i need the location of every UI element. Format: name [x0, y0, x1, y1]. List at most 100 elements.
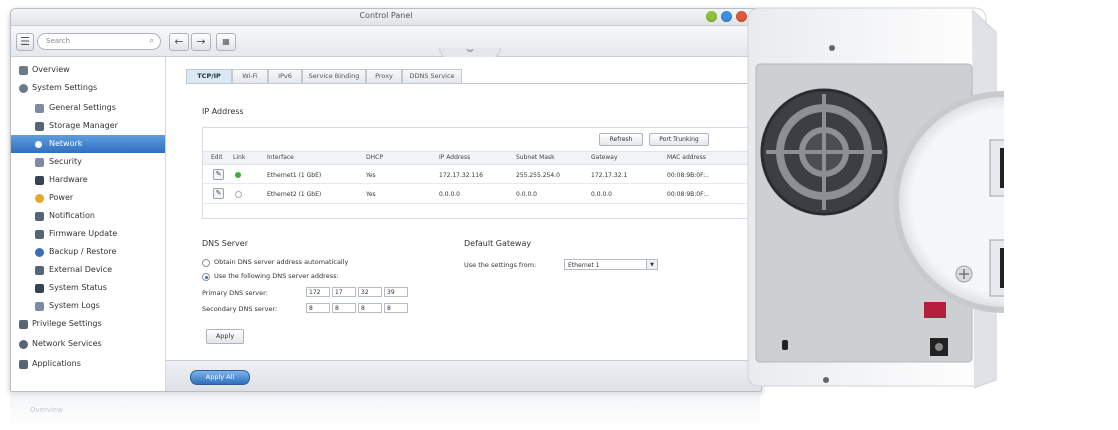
column-header: MAC address: [667, 154, 706, 161]
minimize-button[interactable]: [706, 11, 717, 22]
secondary-dns-octet-3[interactable]: 8: [358, 303, 382, 313]
apply-all-button[interactable]: Apply All: [190, 370, 250, 385]
ethernet-port-2: [989, 239, 1004, 297]
sidebar-item-label: Notification: [49, 211, 95, 220]
sidebar-item-external-device[interactable]: External Device: [11, 261, 165, 279]
user-icon: [19, 320, 28, 329]
interface-cell: Ethernet1 (1 GbE): [267, 172, 322, 179]
sidebar-item-overview[interactable]: Overview: [11, 61, 165, 79]
ip-address-cell: 0.0.0.0: [439, 191, 460, 198]
primary-dns-label: Primary DNS server:: [202, 289, 268, 297]
secondary-dns-octet-1[interactable]: 8: [306, 303, 330, 313]
mac-address-cell: 00:08:9B:0F:..: [667, 172, 709, 179]
column-header: Link: [233, 154, 246, 161]
tab-tcpip[interactable]: TCP/IP: [186, 69, 232, 83]
reflection-text: Overview: [30, 406, 63, 414]
sidebar-item-label: System Settings: [32, 83, 98, 92]
sidebar-item-hardware[interactable]: Hardware: [11, 171, 165, 189]
sidebar-item-notification[interactable]: Notification: [11, 207, 165, 225]
gateway-source-select[interactable]: Ethernet 1 ▼: [564, 259, 658, 270]
mac-address-cell: 00:08:9B:0F:..: [667, 191, 709, 198]
sidebar-item-system-status[interactable]: System Status: [11, 279, 165, 297]
footer-bar: Apply All: [166, 360, 761, 391]
secondary-dns-octet-2[interactable]: 8: [332, 303, 356, 313]
logs-icon: [35, 302, 44, 311]
sidebar-item-network[interactable]: Network: [11, 135, 165, 153]
sidebar-item-label: General Settings: [49, 103, 116, 112]
sidebar-item-general-settings[interactable]: General Settings: [11, 99, 165, 117]
port-trunking-button[interactable]: Port Trunking: [649, 133, 709, 146]
primary-dns-octet-3[interactable]: 32: [358, 287, 382, 297]
search-placeholder: Search: [46, 37, 71, 45]
row-divider: [203, 183, 751, 184]
back-arrow-icon[interactable]: ←: [169, 33, 189, 51]
search-input[interactable]: Search ⌕: [37, 33, 161, 50]
window-title: Control Panel: [359, 11, 413, 20]
maximize-button[interactable]: [721, 11, 732, 22]
backup-icon: [35, 248, 44, 257]
dns-auto-radio[interactable]: [202, 259, 210, 267]
column-header: Gateway: [591, 154, 618, 161]
sidebar-item-security[interactable]: Security: [11, 153, 165, 171]
notification-icon: [35, 212, 44, 221]
sidebar-item-storage-manager[interactable]: Storage Manager: [11, 117, 165, 135]
screw-icon: [823, 377, 829, 383]
sidebar-item-label: System Logs: [49, 301, 100, 310]
kensington-slot-icon: [782, 340, 788, 350]
external-device-icon: [35, 266, 44, 275]
main-content: TCP/IP Wi-Fi IPv6 Service Binding Proxy …: [166, 57, 761, 391]
sidebar-item-label: Storage Manager: [49, 121, 118, 130]
ip-address-title: IP Address: [202, 107, 244, 116]
sidebar-item-firmware-update[interactable]: Firmware Update: [11, 225, 165, 243]
settings-icon: [35, 104, 44, 113]
sidebar-item-privilege-settings[interactable]: Privilege Settings: [11, 315, 165, 333]
tab-proxy[interactable]: Proxy: [366, 69, 402, 83]
primary-dns-octet-2[interactable]: 17: [332, 287, 356, 297]
tab-service-binding[interactable]: Service Binding: [302, 69, 366, 83]
tab-wifi[interactable]: Wi-Fi: [232, 69, 268, 83]
power-icon: [35, 194, 44, 203]
dns-manual-radio[interactable]: [202, 273, 210, 281]
dhcp-cell: Yes: [366, 191, 376, 198]
network-icon: [35, 141, 42, 148]
tab-ipv6[interactable]: IPv6: [268, 69, 302, 83]
sidebar-item-label: Power: [49, 193, 74, 202]
secondary-dns-label: Secondary DNS server:: [202, 305, 278, 313]
primary-dns-octet-1[interactable]: 172: [306, 287, 330, 297]
grid-view-icon[interactable]: ▦: [216, 33, 236, 51]
control-panel-window: Control Panel ☰ Search ⌕ ← → ▦ ︾ Overvie…: [10, 8, 762, 392]
hardware-icon: [35, 176, 44, 185]
tab-ddns-service[interactable]: DDNS Service: [402, 69, 462, 83]
apply-button[interactable]: Apply: [206, 329, 244, 344]
sidebar-item-system-logs[interactable]: System Logs: [11, 297, 165, 315]
sidebar-item-system-settings[interactable]: System Settings: [11, 79, 165, 97]
reset-label-icon: [924, 302, 946, 318]
default-gateway-title: Default Gateway: [464, 239, 532, 248]
storage-icon: [35, 122, 44, 131]
refresh-button[interactable]: Refresh: [599, 133, 643, 146]
edit-icon[interactable]: ✎: [213, 169, 224, 180]
dns-server-title: DNS Server: [202, 239, 248, 248]
forward-arrow-icon[interactable]: →: [191, 33, 211, 51]
sidebar-item-label: Hardware: [49, 175, 88, 184]
menu-icon[interactable]: ☰: [16, 33, 34, 51]
gateway-cell: 0.0.0.0: [591, 191, 612, 198]
search-icon: ⌕: [149, 36, 154, 45]
applications-icon: [19, 360, 28, 369]
row-divider: [203, 203, 751, 204]
sidebar-item-power[interactable]: Power: [11, 189, 165, 207]
secondary-dns-octet-4[interactable]: 8: [384, 303, 408, 313]
edit-icon[interactable]: ✎: [213, 188, 224, 199]
sidebar: Overview System Settings General Setting…: [11, 57, 166, 391]
sidebar-item-label: Firmware Update: [49, 229, 118, 238]
window-reflection: Overview: [10, 392, 760, 430]
gateway-source-label: Use the settings from:: [464, 261, 537, 269]
sidebar-item-label: Applications: [32, 359, 81, 368]
sidebar-item-backup-restore[interactable]: Backup / Restore: [11, 243, 165, 261]
sidebar-item-applications[interactable]: Applications: [11, 355, 165, 373]
sidebar-item-network-services[interactable]: Network Services: [11, 335, 165, 353]
sidebar-item-label: Privilege Settings: [32, 319, 102, 328]
chevron-down-icon: ▼: [646, 260, 657, 269]
primary-dns-octet-4[interactable]: 39: [384, 287, 408, 297]
network-services-icon: [19, 340, 28, 349]
